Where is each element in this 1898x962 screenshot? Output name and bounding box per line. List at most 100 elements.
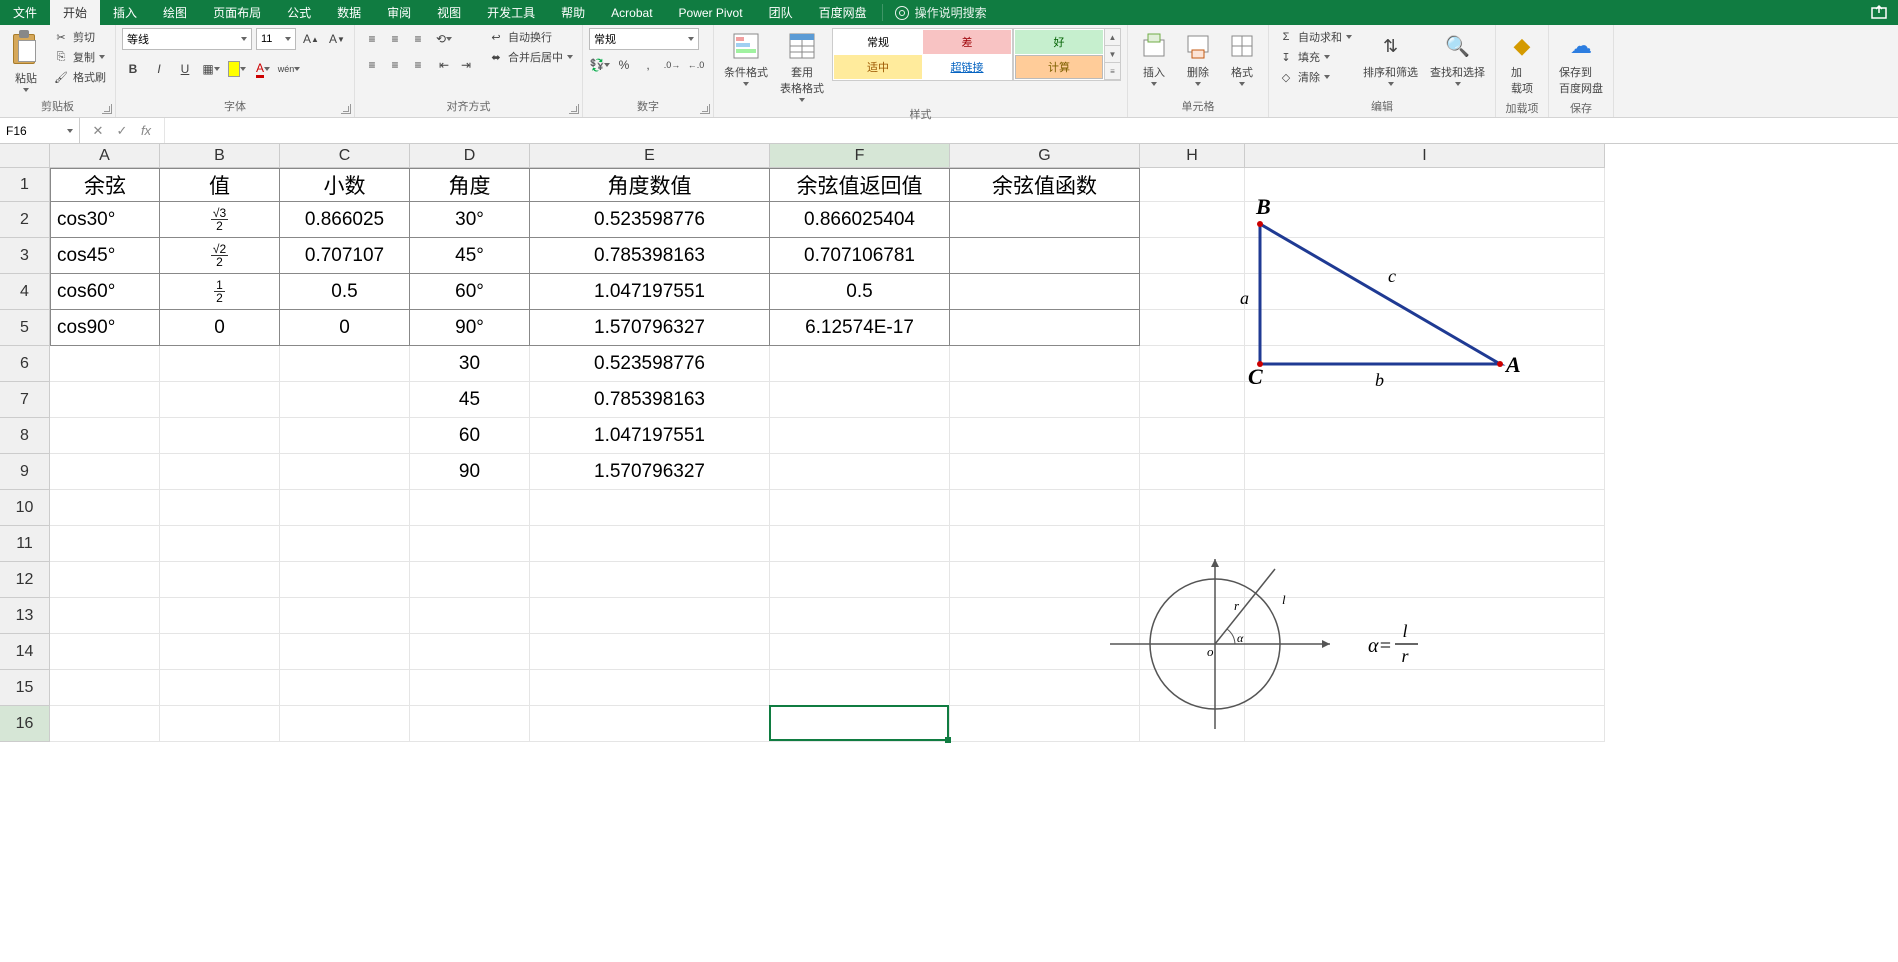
align-top-button[interactable]: ≡ bbox=[361, 28, 383, 50]
cell-F9[interactable] bbox=[770, 454, 950, 490]
cell-G2[interactable] bbox=[950, 202, 1140, 238]
column-header-D[interactable]: D bbox=[410, 144, 530, 168]
cell-A5[interactable]: cos90° bbox=[50, 310, 160, 346]
cell-A4[interactable]: cos60° bbox=[50, 274, 160, 310]
column-header-C[interactable]: C bbox=[280, 144, 410, 168]
cell-E1[interactable]: 角度数值 bbox=[530, 168, 770, 202]
cell-F16[interactable] bbox=[770, 706, 950, 742]
cell-G5[interactable] bbox=[950, 310, 1140, 346]
cell-C14[interactable] bbox=[280, 634, 410, 670]
format-painter-button[interactable]: 🖌格式刷 bbox=[50, 68, 109, 86]
tell-me-search[interactable]: 操作说明搜索 bbox=[895, 0, 987, 25]
cell-C8[interactable] bbox=[280, 418, 410, 454]
merge-center-button[interactable]: ⬌合并后居中 bbox=[485, 48, 576, 66]
cell-E6[interactable]: 0.523598776 bbox=[530, 346, 770, 382]
name-box[interactable]: F16 bbox=[0, 118, 80, 143]
cell-G9[interactable] bbox=[950, 454, 1140, 490]
cell-C1[interactable]: 小数 bbox=[280, 168, 410, 202]
insert-function-button[interactable]: fx bbox=[136, 123, 156, 138]
format-cells-button[interactable]: 格式 bbox=[1222, 28, 1262, 88]
cell-D12[interactable] bbox=[410, 562, 530, 598]
cell-styles-gallery2[interactable]: 好 计算 bbox=[1013, 28, 1105, 81]
decrease-decimal-button[interactable]: ←.0 bbox=[685, 54, 707, 76]
tab-team[interactable]: 团队 bbox=[756, 0, 806, 25]
cell-F13[interactable] bbox=[770, 598, 950, 634]
cell-D9[interactable]: 90 bbox=[410, 454, 530, 490]
cell-D3[interactable]: 45° bbox=[410, 238, 530, 274]
tab-view[interactable]: 视图 bbox=[424, 0, 474, 25]
bold-button[interactable]: B bbox=[122, 58, 144, 80]
cell-D5[interactable]: 90° bbox=[410, 310, 530, 346]
tab-powerpivot[interactable]: Power Pivot bbox=[666, 0, 756, 25]
cell-B13[interactable] bbox=[160, 598, 280, 634]
align-dialog-launcher[interactable] bbox=[569, 104, 579, 114]
cell-F7[interactable] bbox=[770, 382, 950, 418]
cell-B9[interactable] bbox=[160, 454, 280, 490]
tab-data[interactable]: 数据 bbox=[324, 0, 374, 25]
table-format-button[interactable]: 套用 表格格式 bbox=[776, 28, 828, 104]
tab-layout[interactable]: 页面布局 bbox=[200, 0, 274, 25]
cell-D2[interactable]: 30° bbox=[410, 202, 530, 238]
cell-E7[interactable]: 0.785398163 bbox=[530, 382, 770, 418]
cell-C15[interactable] bbox=[280, 670, 410, 706]
clear-button[interactable]: ◇清除 bbox=[1275, 68, 1355, 86]
sort-filter-button[interactable]: ⇅排序和筛选 bbox=[1359, 28, 1422, 88]
row-header-16[interactable]: 16 bbox=[0, 706, 50, 742]
fill-button[interactable]: ↧填充 bbox=[1275, 48, 1355, 66]
tab-netdisk[interactable]: 百度网盘 bbox=[806, 0, 880, 25]
cell-C9[interactable] bbox=[280, 454, 410, 490]
cell-E5[interactable]: 1.570796327 bbox=[530, 310, 770, 346]
column-header-I[interactable]: I bbox=[1245, 144, 1605, 168]
select-all-corner[interactable] bbox=[0, 144, 50, 168]
cell-F12[interactable] bbox=[770, 562, 950, 598]
insert-cells-button[interactable]: 插入 bbox=[1134, 28, 1174, 88]
decrease-indent-button[interactable]: ⇤ bbox=[433, 54, 455, 76]
cell-A11[interactable] bbox=[50, 526, 160, 562]
cell-B5[interactable]: 0 bbox=[160, 310, 280, 346]
cell-E10[interactable] bbox=[530, 490, 770, 526]
cell-A14[interactable] bbox=[50, 634, 160, 670]
tab-formulas[interactable]: 公式 bbox=[274, 0, 324, 25]
cell-B4[interactable]: 12 bbox=[160, 274, 280, 310]
cell-F5[interactable]: 6.12574E-17 bbox=[770, 310, 950, 346]
cell-E12[interactable] bbox=[530, 562, 770, 598]
worksheet-grid[interactable]: ABCDEFGHI 12345678910111213141516 余弦值小数角… bbox=[0, 144, 1898, 962]
cell-B2[interactable]: √32 bbox=[160, 202, 280, 238]
cell-E4[interactable]: 1.047197551 bbox=[530, 274, 770, 310]
cell-B7[interactable] bbox=[160, 382, 280, 418]
row-header-1[interactable]: 1 bbox=[0, 168, 50, 202]
cell-H8[interactable] bbox=[1140, 418, 1245, 454]
cell-C6[interactable] bbox=[280, 346, 410, 382]
style-normal[interactable]: 常规 bbox=[834, 30, 922, 54]
cell-F4[interactable]: 0.5 bbox=[770, 274, 950, 310]
column-header-E[interactable]: E bbox=[530, 144, 770, 168]
phonetic-button[interactable]: wén bbox=[278, 58, 300, 80]
clipboard-dialog-launcher[interactable] bbox=[102, 104, 112, 114]
row-header-7[interactable]: 7 bbox=[0, 382, 50, 418]
save-netdisk-button[interactable]: ☁保存到 百度网盘 bbox=[1555, 28, 1607, 98]
cell-G8[interactable] bbox=[950, 418, 1140, 454]
style-good[interactable]: 好 bbox=[1015, 30, 1103, 54]
cell-D14[interactable] bbox=[410, 634, 530, 670]
orientation-button[interactable]: ⟲ bbox=[433, 28, 455, 50]
cell-B12[interactable] bbox=[160, 562, 280, 598]
cell-D16[interactable] bbox=[410, 706, 530, 742]
decrease-font-button[interactable]: A▼ bbox=[326, 28, 348, 50]
row-header-13[interactable]: 13 bbox=[0, 598, 50, 634]
cell-G10[interactable] bbox=[950, 490, 1140, 526]
cell-E11[interactable] bbox=[530, 526, 770, 562]
cell-C12[interactable] bbox=[280, 562, 410, 598]
tab-home[interactable]: 开始 bbox=[50, 0, 100, 25]
cell-G4[interactable] bbox=[950, 274, 1140, 310]
align-center-button[interactable]: ≡ bbox=[384, 54, 406, 76]
row-header-12[interactable]: 12 bbox=[0, 562, 50, 598]
row-header-2[interactable]: 2 bbox=[0, 202, 50, 238]
cell-B8[interactable] bbox=[160, 418, 280, 454]
comma-format-button[interactable]: , bbox=[637, 54, 659, 76]
column-header-A[interactable]: A bbox=[50, 144, 160, 168]
cell-A7[interactable] bbox=[50, 382, 160, 418]
cell-E8[interactable]: 1.047197551 bbox=[530, 418, 770, 454]
cell-C11[interactable] bbox=[280, 526, 410, 562]
italic-button[interactable]: I bbox=[148, 58, 170, 80]
cell-H10[interactable] bbox=[1140, 490, 1245, 526]
